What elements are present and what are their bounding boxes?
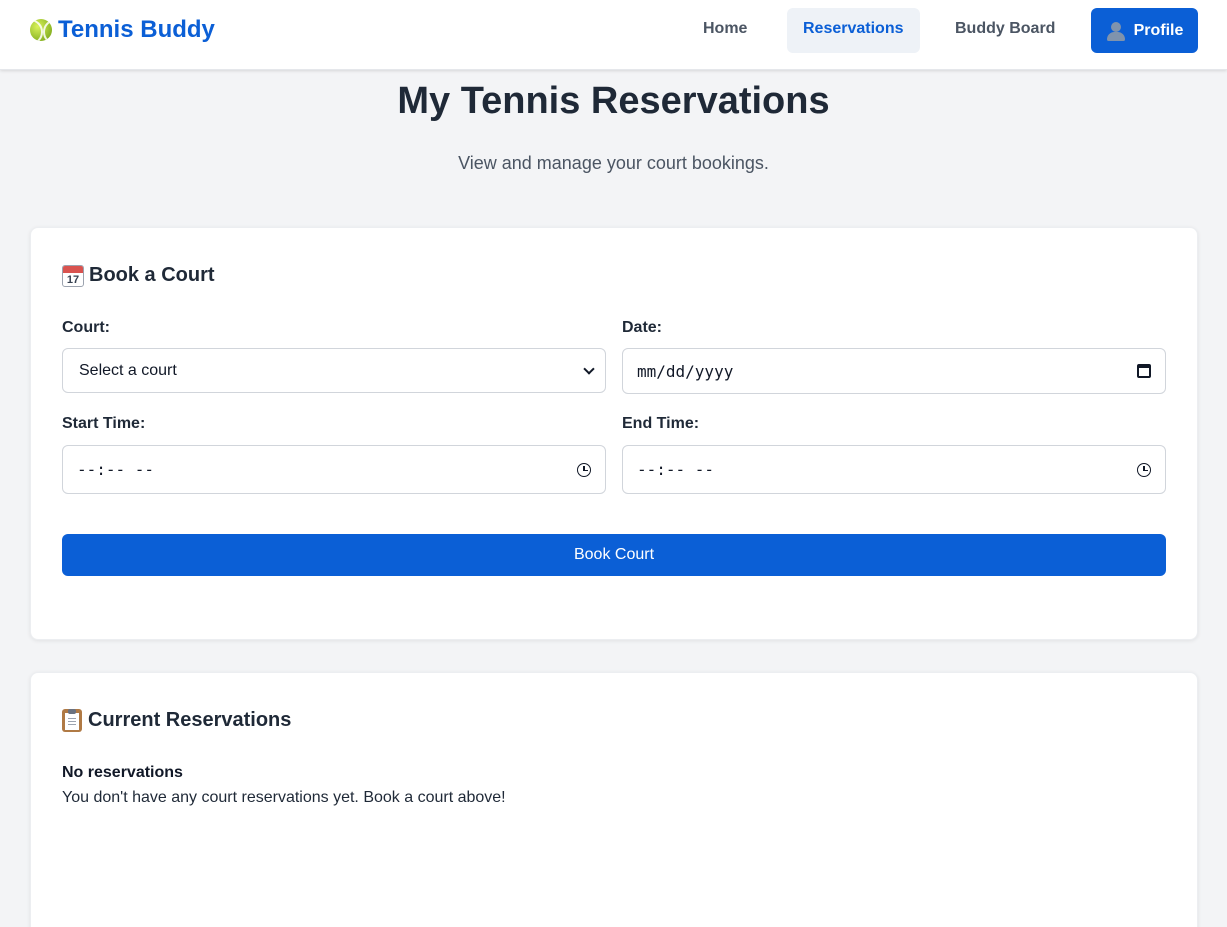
person-icon bbox=[1106, 21, 1126, 41]
profile-button[interactable]: Profile bbox=[1091, 8, 1198, 53]
nav-buddy-board[interactable]: Buddy Board bbox=[939, 8, 1071, 53]
court-label: Court: bbox=[62, 319, 110, 336]
start-time-label: Start Time: bbox=[62, 415, 146, 432]
brand-name: Tennis Buddy bbox=[58, 16, 215, 43]
empty-state-title: No reservations bbox=[62, 764, 183, 781]
page-subtitle: View and manage your court bookings. bbox=[458, 153, 769, 173]
court-select[interactable]: Select a court bbox=[62, 348, 606, 393]
top-navbar: Tennis Buddy Home Reservations Buddy Boa… bbox=[0, 0, 1227, 70]
book-court-heading: 17 Book a Court bbox=[62, 264, 215, 287]
calendar-icon: 17 bbox=[62, 264, 84, 287]
book-court-card: 17 Book a Court Court: Select a court Da… bbox=[30, 227, 1198, 640]
book-court-title: Book a Court bbox=[89, 264, 215, 286]
start-time-placeholder: --:-- -- bbox=[77, 460, 155, 479]
current-reservations-title: Current Reservations bbox=[88, 709, 292, 731]
end-time-label: End Time: bbox=[622, 415, 700, 432]
chevron-down-icon bbox=[583, 362, 595, 375]
start-time-input[interactable]: --:-- -- bbox=[62, 445, 606, 494]
clock-icon[interactable] bbox=[577, 462, 591, 477]
date-label: Date: bbox=[622, 319, 663, 336]
page-title: My Tennis Reservations bbox=[397, 80, 830, 122]
empty-state-text: You don't have any court reservations ye… bbox=[62, 789, 506, 806]
nav-reservations[interactable]: Reservations bbox=[787, 8, 920, 53]
date-input[interactable]: mm/dd/yyyy bbox=[622, 348, 1166, 394]
nav-home[interactable]: Home bbox=[687, 8, 763, 53]
brand-logo-link[interactable]: Tennis Buddy bbox=[30, 16, 215, 44]
tennis-ball-icon bbox=[30, 19, 52, 41]
date-input-placeholder: mm/dd/yyyy bbox=[637, 361, 734, 381]
current-reservations-card: Current Reservations No reservations You… bbox=[30, 672, 1198, 927]
clipboard-icon bbox=[62, 709, 82, 732]
clock-icon[interactable] bbox=[1137, 462, 1151, 477]
court-select-value: Select a court bbox=[79, 361, 177, 379]
profile-button-label: Profile bbox=[1133, 21, 1184, 39]
calendar-picker-icon[interactable] bbox=[1137, 364, 1151, 378]
book-court-button[interactable]: Book Court bbox=[62, 534, 1166, 576]
end-time-input[interactable]: --:-- -- bbox=[622, 445, 1166, 494]
current-reservations-heading: Current Reservations bbox=[62, 709, 291, 732]
end-time-placeholder: --:-- -- bbox=[637, 460, 715, 479]
